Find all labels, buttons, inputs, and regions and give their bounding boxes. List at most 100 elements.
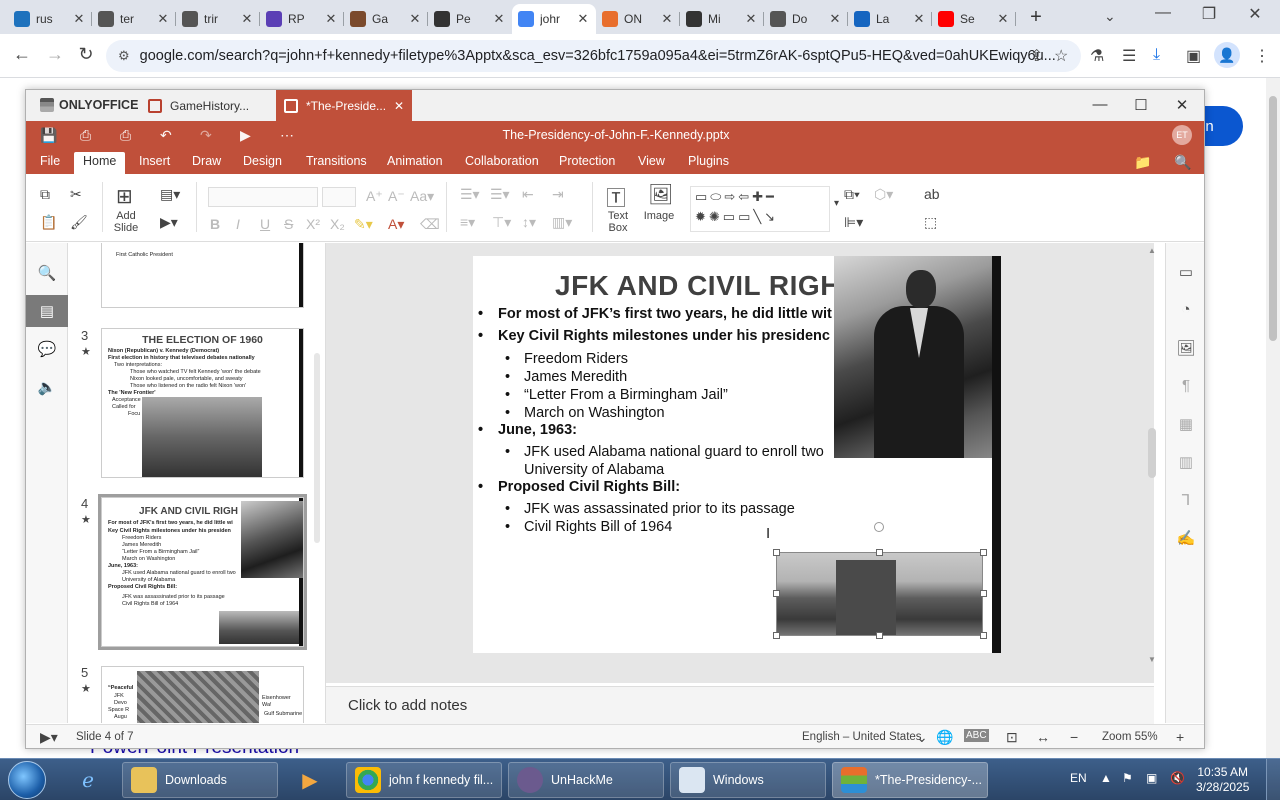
search-icon[interactable]: 🔍 bbox=[26, 257, 68, 289]
oo-minimize-icon[interactable]: — bbox=[1080, 96, 1120, 113]
slides-icon[interactable]: ▤ bbox=[26, 295, 68, 327]
zoom-out-icon[interactable]: − bbox=[1070, 729, 1078, 745]
slide-sub-bullet[interactable]: Civil Rights Bill of 1964 bbox=[505, 519, 672, 535]
browser-tab[interactable]: RP ✕ bbox=[260, 4, 344, 34]
comments-icon[interactable]: 💬 bbox=[26, 333, 68, 365]
profile-avatar-icon[interactable]: 👤 bbox=[1214, 42, 1240, 68]
tray-network-icon[interactable]: ▣ bbox=[1146, 771, 1157, 785]
lab-flask-icon[interactable]: ⚗ bbox=[1090, 46, 1104, 66]
oo-close-icon[interactable]: ✕ bbox=[1162, 96, 1202, 114]
bookmark-star-icon[interactable]: ☆ bbox=[1054, 46, 1068, 66]
bullets-icon[interactable]: ☰▾ bbox=[460, 186, 480, 203]
taskbar-windows[interactable]: Windows bbox=[670, 762, 826, 798]
current-slide[interactable]: JFK AND CIVIL RIGH For most of JFK’s fir… bbox=[473, 256, 1001, 653]
slide-bullet[interactable]: Key Civil Rights milestones under his pr… bbox=[478, 328, 830, 344]
close-tab-icon[interactable]: ✕ bbox=[996, 11, 1010, 27]
show-desktop-button[interactable] bbox=[1266, 759, 1280, 800]
search-icon[interactable]: 🔍 bbox=[1174, 154, 1191, 171]
resize-handle[interactable] bbox=[876, 632, 883, 639]
resize-handle[interactable] bbox=[773, 632, 780, 639]
page-scrollbar[interactable] bbox=[1266, 78, 1280, 758]
image-settings-icon[interactable]: 🖼 bbox=[1166, 339, 1204, 357]
clear-style-icon[interactable]: ⌫ bbox=[420, 216, 440, 233]
slide-sub-bullet[interactable]: JFK was assassinated prior to its passag… bbox=[505, 501, 795, 517]
slide-bullet[interactable]: June, 1963: bbox=[478, 422, 577, 438]
browser-tab[interactable]: trir ✕ bbox=[176, 4, 260, 34]
rotate-handle[interactable] bbox=[874, 522, 884, 532]
tray-flag-icon[interactable]: ⚑ bbox=[1122, 771, 1133, 785]
jfk-photo[interactable] bbox=[834, 256, 1001, 458]
resize-handle[interactable] bbox=[773, 590, 780, 597]
oo-maximize-icon[interactable]: ☐ bbox=[1121, 96, 1161, 114]
slide-title[interactable]: JFK AND CIVIL RIGH bbox=[555, 270, 841, 302]
taskbar-unhackme[interactable]: UnHackMe bbox=[508, 762, 664, 798]
slide-layout-icon[interactable]: ▤▾ bbox=[160, 186, 180, 203]
image-label[interactable]: Image bbox=[638, 210, 680, 222]
paste-icon[interactable]: 📋 bbox=[40, 214, 57, 231]
browser-tab[interactable]: johr ✕ bbox=[512, 4, 596, 34]
add-slide-label[interactable]: Add bbox=[108, 210, 144, 222]
fit-slide-icon[interactable]: ⊡ bbox=[1006, 729, 1018, 746]
media-player-icon[interactable]: ▶ bbox=[290, 762, 330, 798]
close-tab-icon[interactable]: ✕ bbox=[660, 11, 674, 27]
restore-icon[interactable]: ❐ bbox=[1186, 4, 1232, 24]
start-button[interactable] bbox=[8, 761, 46, 799]
globe-icon[interactable]: 🌐 bbox=[936, 729, 953, 746]
align-shape-icon[interactable]: ⊫▾ bbox=[844, 214, 863, 231]
cut-icon[interactable]: ✂ bbox=[70, 186, 82, 203]
slide-thumbnail-2[interactable]: First Catholic President bbox=[101, 243, 304, 308]
browser-tab[interactable]: Pe ✕ bbox=[428, 4, 512, 34]
align-left-icon[interactable]: ≡▾ bbox=[460, 214, 475, 231]
slide-media-icon[interactable]: ▶▾ bbox=[160, 214, 178, 231]
internet-explorer-icon[interactable]: ℯ bbox=[68, 762, 108, 798]
spellcheck-icon[interactable]: ABC bbox=[964, 729, 989, 742]
taskbar-clock[interactable]: 10:35 AM 3/28/2025 bbox=[1196, 765, 1249, 795]
zoom-level[interactable]: Zoom 55% bbox=[1102, 731, 1158, 743]
menu-tab-design[interactable]: Design bbox=[234, 152, 291, 174]
tray-volume-icon[interactable]: 🔇 bbox=[1170, 771, 1185, 785]
replace-icon[interactable]: ab bbox=[924, 186, 940, 202]
minimize-icon[interactable]: — bbox=[1140, 4, 1186, 22]
resize-handle[interactable] bbox=[980, 590, 987, 597]
text-box-label[interactable]: Text bbox=[598, 210, 638, 222]
share-icon[interactable]: ⇪ bbox=[1030, 46, 1043, 66]
new-tab-button[interactable]: + bbox=[1024, 6, 1048, 29]
vertical-align-icon[interactable]: ⊤▾ bbox=[492, 214, 511, 231]
doc-tab-gamehistory[interactable]: GameHistory... bbox=[140, 90, 276, 121]
close-tab-icon[interactable]: ✕ bbox=[744, 11, 758, 27]
language-dropdown-icon[interactable]: ⌄ bbox=[916, 729, 928, 746]
increase-font-icon[interactable]: A⁺ bbox=[366, 188, 383, 205]
language-select[interactable]: English – United States bbox=[802, 731, 922, 743]
start-slideshow-icon[interactable]: ▶▾ bbox=[40, 729, 58, 746]
menu-tab-animation[interactable]: Animation bbox=[378, 152, 452, 174]
text-art-settings-icon[interactable]: Ꞁ bbox=[1166, 491, 1204, 509]
shapes-more-icon[interactable]: ▾ bbox=[834, 198, 839, 209]
arrange-icon[interactable]: ⧉▾ bbox=[844, 186, 860, 203]
browser-tab[interactable]: La ✕ bbox=[848, 4, 932, 34]
slide-canvas[interactable]: JFK AND CIVIL RIGH For most of JFK’s fir… bbox=[326, 243, 1154, 683]
browser-tab[interactable]: ter ✕ bbox=[92, 4, 176, 34]
taskbar-onlyoffice[interactable]: *The-Presidency-... bbox=[832, 762, 988, 798]
menu-tab-collaboration[interactable]: Collaboration bbox=[456, 152, 548, 174]
add-slide-icon[interactable]: ⊞ bbox=[116, 184, 133, 209]
text-box-label2[interactable]: Box bbox=[598, 222, 638, 234]
browser-tab[interactable]: rus ✕ bbox=[8, 4, 92, 34]
slide-settings-icon[interactable]: ▭ bbox=[1166, 263, 1204, 281]
slide-sub-bullet[interactable]: “Letter From a Birmingham Jail” bbox=[505, 387, 728, 403]
format-painter-icon[interactable]: 🖌 bbox=[70, 214, 88, 231]
slide-thumbnail-4[interactable]: JFK AND CIVIL RIGH For most of JFK's fir… bbox=[98, 494, 307, 650]
tab-search-chevron-icon[interactable]: ⌄ bbox=[1104, 8, 1116, 25]
thumbnails-scrollbar[interactable] bbox=[314, 353, 320, 543]
menu-tab-view[interactable]: View bbox=[629, 152, 674, 174]
close-tab-icon[interactable]: ✕ bbox=[828, 11, 842, 27]
menu-tab-home[interactable]: Home bbox=[74, 152, 126, 174]
italic-icon[interactable]: I bbox=[236, 216, 240, 232]
address-bar[interactable]: ⚙ google.com/search?q=john+f+kennedy+fil… bbox=[106, 40, 1081, 72]
url-text[interactable]: google.com/search?q=john+f+kennedy+filet… bbox=[140, 48, 1081, 64]
speaker-icon[interactable]: 🔈 bbox=[26, 371, 68, 403]
menu-tab-draw[interactable]: Draw bbox=[183, 152, 230, 174]
image-icon[interactable]: 🖼 bbox=[648, 182, 673, 207]
close-icon[interactable]: ✕ bbox=[1232, 4, 1278, 24]
user-avatar[interactable]: ET bbox=[1172, 125, 1192, 145]
chart-settings-icon[interactable]: ▥ bbox=[1166, 453, 1204, 471]
